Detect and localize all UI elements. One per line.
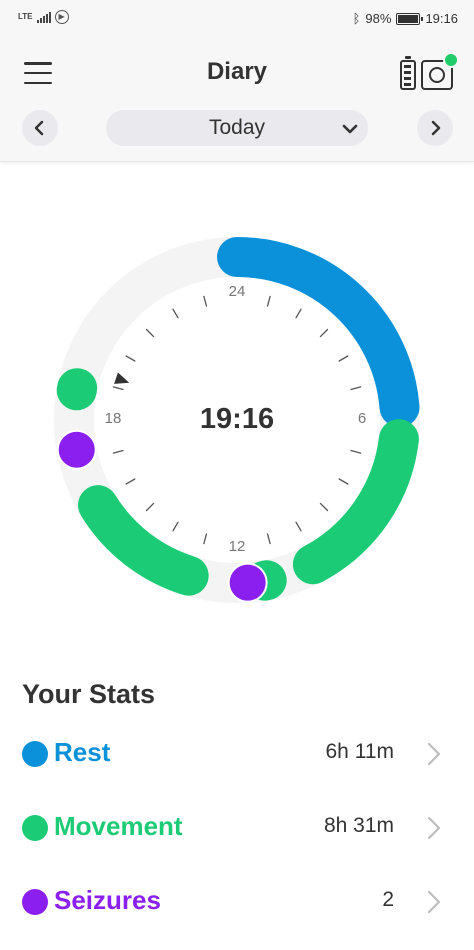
hour-tick (172, 521, 179, 532)
rest-dot (22, 741, 48, 767)
stat-row-movement[interactable]: Movement 8h 31m (0, 798, 474, 858)
date-dropdown[interactable]: Today (106, 110, 368, 146)
hour-tick (203, 295, 208, 307)
status-right: ᛒ 98% 19:16 (353, 11, 458, 26)
hour-tick (319, 328, 329, 338)
movement-dot (22, 815, 48, 841)
date-navigation: Today (0, 110, 474, 146)
battery-percent: 98% (365, 11, 392, 26)
data-saver-icon: ▶ (54, 10, 69, 24)
hour-tick (112, 386, 124, 391)
chevron-right-icon (427, 890, 441, 914)
device-battery-icon (400, 56, 416, 90)
chevron-right-icon (431, 120, 441, 136)
bluetooth-icon: ᛒ (352, 11, 361, 26)
stat-value-rest: 6h 11m (325, 740, 395, 763)
hour-label-24: 24 (228, 283, 246, 300)
stat-label-movement: Movement (54, 811, 183, 841)
seizure-marker (56, 429, 97, 470)
status-bar: LTE ▶ ᛒ 98% 19:16 (0, 0, 474, 40)
hour-tick (350, 386, 362, 391)
stat-label-seizures: Seizures (54, 885, 161, 915)
clock-center-time: 19:16 (199, 403, 275, 435)
hour-label-12: 12 (228, 538, 246, 555)
movement-segment (292, 419, 419, 585)
chevron-left-icon (34, 120, 44, 136)
stat-row-seizures[interactable]: Seizures 2 (0, 872, 474, 932)
hour-tick (112, 449, 124, 454)
network-type: LTE (18, 12, 33, 21)
hour-tick (319, 502, 329, 512)
stat-label-rest: Rest (54, 737, 111, 767)
app-header: Diary Today (0, 40, 474, 162)
activity-clock[interactable]: 24 6 12 18 19:16 (0, 162, 474, 662)
chevron-down-icon (342, 124, 358, 134)
date-label: Today (208, 116, 266, 139)
hour-tick (125, 478, 136, 485)
seizures-dot (22, 889, 48, 915)
battery-icon (396, 12, 424, 25)
hour-tick (338, 478, 349, 485)
stat-row-rest[interactable]: Rest 6h 11m (0, 724, 474, 784)
hour-tick (145, 328, 155, 338)
rest-segment (217, 237, 420, 428)
hour-tick (266, 533, 271, 545)
hour-tick (125, 355, 136, 362)
hour-tick (350, 449, 362, 454)
next-day-button[interactable] (417, 110, 453, 146)
hour-tick (295, 521, 302, 532)
hour-tick (145, 502, 155, 512)
chevron-right-icon (427, 742, 441, 766)
hour-tick (266, 295, 271, 307)
hour-tick (295, 308, 302, 319)
chevron-right-icon (427, 816, 441, 840)
seizure-marker (227, 562, 268, 603)
clock-time-status: 19:16 (425, 11, 458, 26)
stats-title: Your Stats (22, 679, 156, 709)
signal-icon (36, 11, 51, 23)
device-button[interactable] (400, 52, 459, 92)
status-left: LTE ▶ (18, 10, 69, 24)
previous-day-button[interactable] (22, 110, 58, 146)
hour-tick (203, 533, 208, 545)
stat-value-seizures: 2 (382, 888, 394, 911)
device-status-dot (443, 52, 459, 68)
current-time-pointer (114, 372, 130, 384)
stat-value-movement: 8h 31m (323, 814, 394, 837)
hour-tick (338, 355, 349, 362)
movement-segment (78, 485, 209, 596)
hour-tick (172, 308, 179, 319)
